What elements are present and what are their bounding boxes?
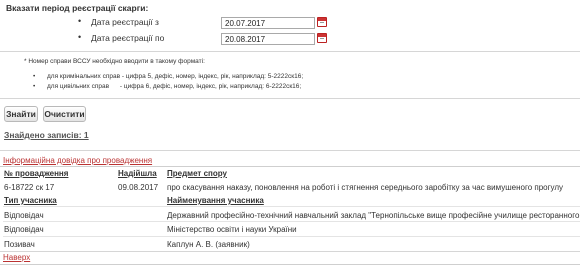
calendar-icon[interactable]	[317, 33, 327, 43]
row-divider	[3, 236, 580, 237]
filter-title: Вказати період реєстрації скарги:	[6, 3, 149, 13]
date-to-label: Дата реєстрації по	[91, 33, 165, 43]
participant-type: Відповідач	[4, 211, 44, 220]
divider	[0, 150, 580, 151]
calendar-icon[interactable]	[317, 17, 327, 27]
header-case-number: № провадження	[4, 169, 69, 178]
bullet-icon: •	[33, 73, 36, 80]
case-received: 09.08.2017	[118, 183, 159, 192]
divider	[0, 264, 580, 265]
bullet-icon: •	[78, 16, 82, 26]
back-to-top-link[interactable]: Наверх	[3, 253, 30, 262]
participant-name: Державний професійно-технічний навчальни…	[167, 211, 580, 220]
bullet-icon: •	[33, 83, 36, 90]
records-found-label: Знайдено записів: 1	[4, 130, 89, 140]
case-number: 6-18722 ск 17	[4, 183, 55, 192]
case-subject: про скасування наказу, поновлення на роб…	[167, 183, 564, 192]
divider	[0, 51, 580, 52]
participant-type: Відповідач	[4, 225, 44, 234]
divider	[0, 166, 580, 167]
bullet-icon: •	[78, 32, 82, 42]
format-note-heading: * Номер справи ВССУ необхідно вводити в …	[24, 58, 205, 65]
divider	[0, 251, 580, 252]
header-received: Надійшла	[118, 169, 157, 178]
header-participant-name: Найменування учасника	[167, 196, 264, 205]
info-link[interactable]: Інформаційна довідка про провадження	[3, 156, 152, 165]
search-button[interactable]: Знайти	[4, 106, 38, 122]
format-note-criminal: для кримінальних справ - цифра 5, дефіс,…	[47, 73, 304, 80]
clear-button[interactable]: Очистити	[43, 106, 86, 122]
divider	[0, 98, 580, 99]
date-from-input[interactable]	[221, 17, 315, 29]
date-to-input[interactable]	[221, 33, 315, 45]
date-from-label: Дата реєстрації з	[91, 17, 159, 27]
format-note-civil: для цивільних справ - цифра 6, дефіс, но…	[47, 83, 302, 90]
row-divider	[3, 221, 580, 222]
header-subject: Предмет спору	[167, 169, 227, 178]
participant-name: Каплун А. В. (заявник)	[167, 240, 250, 249]
participant-name: Міністерство освіти і науки України	[167, 225, 297, 234]
row-divider	[3, 206, 580, 207]
header-participant-type: Тип учасника	[4, 196, 57, 205]
participant-type: Позивач	[4, 240, 35, 249]
